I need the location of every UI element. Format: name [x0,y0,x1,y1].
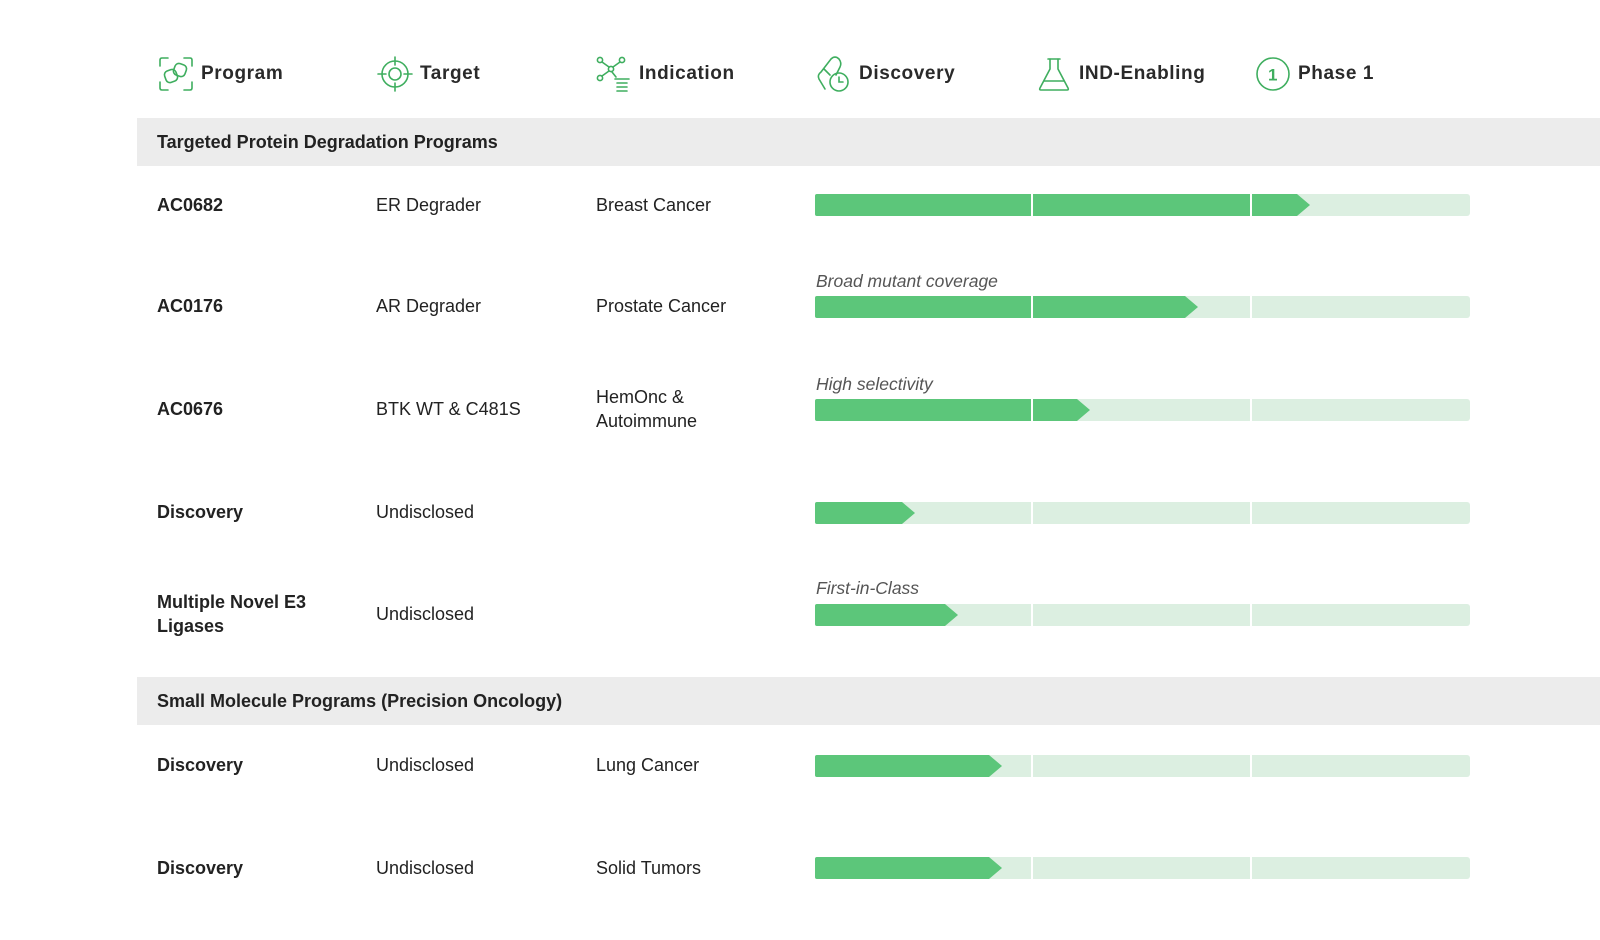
progress-fill-segment [1033,399,1078,421]
progress-segment-ind-enabling [1033,604,1250,626]
progress-segment-ind-enabling [1033,857,1250,879]
target-name: AR Degrader [376,296,482,316]
progress-fill-arrow [988,857,1002,879]
column-header-label: Target [420,63,481,84]
indication-icon [596,56,630,92]
program-name: AC0176 [157,296,224,316]
program-note: High selectivity [816,374,933,394]
target-name: Undisclosed [376,755,475,775]
indication-name: Prostate Cancer [596,296,727,316]
target-name: BTK WT & C481S [376,399,521,419]
target-name: Undisclosed [376,604,475,624]
column-header-label: Phase 1 [1298,63,1375,84]
section-header-protein-degradation: Targeted Protein Degradation Programs [137,118,1600,166]
column-header-indication: Indication [595,52,735,96]
program-note: Broad mutant coverage [816,271,998,291]
target-name: Undisclosed [376,858,475,878]
program-name: Discovery [157,858,244,878]
column-header-label: IND-Enabling [1079,63,1206,84]
program-note: First-in-Class [816,578,920,598]
column-header-label: Discovery [859,63,956,84]
phase-1-icon-digit: 1 [1268,66,1278,85]
progress-track [815,194,1470,216]
column-header-discovery: Discovery [815,52,955,96]
progress-fill-segment [815,857,989,879]
progress-fill-segment [1033,194,1250,216]
progress-segment-phase-1 [1252,604,1470,626]
column-header-program: Program [157,52,283,96]
column-header-label: Indication [639,63,735,84]
indication-name: HemOnc & Autoimmune [596,387,698,431]
progress-segment-phase-1 [1252,755,1470,777]
progress-fill-segment [815,502,902,524]
column-header-phase-1: 1 Phase 1 [1254,52,1374,96]
flask-icon [1038,58,1070,91]
progress-track [815,604,1470,626]
progress-track [815,857,1470,879]
progress-segment-phase-1 [1252,296,1470,318]
progress-segment-ind-enabling [1033,502,1250,524]
program-icon [159,57,193,91]
progress-fill-arrow [1296,194,1310,216]
column-header-label: Program [201,63,284,84]
progress-fill-segment [815,755,989,777]
progress-segment-phase-1 [1252,399,1470,421]
target-icon [377,56,413,92]
target-name: Undisclosed [376,502,475,522]
program-name: Discovery [157,755,244,775]
discovery-icon [817,56,849,92]
progress-track [815,296,1470,318]
progress-track [815,755,1470,777]
progress-segment-phase-1 [1252,857,1470,879]
phase-1-icon: 1 [1256,57,1290,91]
progress-fill-segment [815,399,1031,421]
progress-track [815,502,1470,524]
progress-fill-segment [1252,194,1297,216]
progress-fill-arrow [901,502,915,524]
progress-fill-arrow [1185,296,1199,318]
progress-segment-ind-enabling [1033,755,1250,777]
progress-track [815,399,1470,421]
progress-fill-segment [1033,296,1186,318]
indication-name: Solid Tumors [596,858,702,878]
indication-name: Lung Cancer [596,755,700,775]
section-header-small-molecule: Small Molecule Programs (Precision Oncol… [137,677,1600,725]
progress-fill-arrow [988,755,1002,777]
program-name: Multiple Novel E3 Ligases [157,592,307,636]
target-name: ER Degrader [376,195,482,215]
column-header-ind-enabling: IND-Enabling [1035,52,1205,96]
progress-fill-segment [815,604,945,626]
program-name: AC0682 [157,195,224,215]
progress-fill-arrow [1077,399,1091,421]
indication-name: Breast Cancer [596,195,712,215]
column-header-target: Target [376,52,480,96]
program-name: AC0676 [157,399,224,419]
progress-fill-segment [815,194,1031,216]
progress-fill-arrow [944,604,958,626]
progress-fill-segment [815,296,1031,318]
program-name: Discovery [157,502,244,522]
progress-segment-phase-1 [1252,502,1470,524]
